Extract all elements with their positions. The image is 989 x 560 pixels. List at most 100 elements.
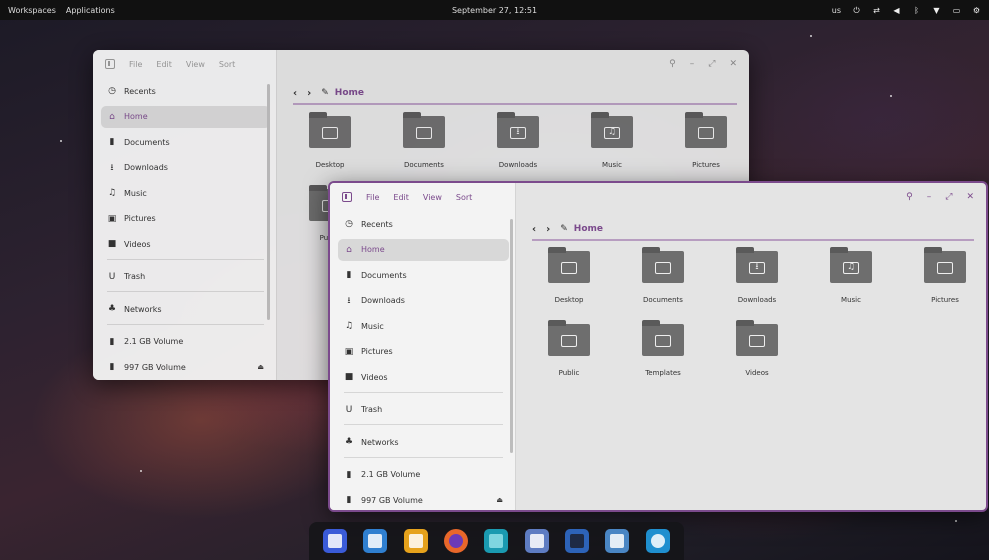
sidebar-item-music[interactable]: ♫ Music [101,182,270,204]
menu-edit[interactable]: Edit [156,60,172,69]
star [140,470,142,472]
downloads-folder-icon: ⭳ [736,247,778,283]
power-icon[interactable]: ⏻ [852,6,861,15]
clock[interactable]: September 27, 12:51 [452,6,537,15]
document-icon: ▮ [346,270,352,280]
minimize-button[interactable]: – [927,192,932,202]
sidebar-toggle-icon[interactable] [342,192,352,202]
sidebar-item-documents[interactable]: ▮ Documents [101,131,270,153]
file-item-templates[interactable]: Templates [616,320,710,377]
multitasking-app-icon[interactable] [363,529,388,553]
firefox-icon[interactable] [444,529,469,553]
minimize-button[interactable]: – [690,59,695,69]
close-button[interactable]: ✕ [966,192,974,202]
file-item-music[interactable]: ♫ Music [804,247,898,304]
breadcrumb[interactable]: ✎ Home [560,224,603,234]
file-item-downloads[interactable]: ⭳ Downloads [471,112,565,169]
search-icon[interactable]: ⚲ [669,59,676,69]
sidebar: File Edit View Sort ◷ Recents ⌂ Home ▮ Docu… [330,183,516,510]
sidebar-item-volume-2gb[interactable]: ▮ 2.1 GB Volume [101,331,270,353]
sidebar-item-trash[interactable]: U Trash [338,399,509,421]
videos-folder-icon [736,320,778,356]
menu-sort[interactable]: Sort [219,60,235,69]
sidebar-item-documents[interactable]: ▮ Documents [338,264,509,286]
sidebar-item-downloads[interactable]: ⭳ Downloads [101,157,270,179]
file-item-desktop[interactable]: Desktop [522,247,616,304]
menu-file[interactable]: File [366,193,379,202]
sidebar-item-pictures[interactable]: ▣ Pictures [101,208,270,230]
menu-view[interactable]: View [423,193,442,202]
file-manager-window-front[interactable]: File Edit View Sort ◷ Recents ⌂ Home ▮ Docu… [328,181,988,512]
close-button[interactable]: ✕ [729,59,737,69]
sidebar-item-networks[interactable]: ♣ Networks [338,431,509,453]
sidebar-divider [107,323,264,325]
search-app-icon[interactable] [323,529,348,553]
sidebar-scrollbar[interactable] [267,84,270,320]
forward-button[interactable]: › [307,88,311,99]
pencil-icon[interactable]: ✎ [321,88,329,98]
breadcrumb[interactable]: ✎ Home [321,88,364,98]
sidebar-item-volume-997gb[interactable]: ▮ 997 GB Volume ⏏ [101,356,270,378]
files-icon[interactable] [484,529,509,553]
menu-file[interactable]: File [129,60,142,69]
battery-icon[interactable]: ▭ [952,6,961,15]
file-item-pictures[interactable]: Pictures [898,247,986,304]
pencil-icon[interactable]: ✎ [560,224,568,234]
bluetooth-icon[interactable]: ᛒ [912,6,921,15]
sidebar-item-label: Downloads [124,163,168,172]
keyboard-layout-indicator[interactable]: us [832,6,841,15]
sidebar-item-recents[interactable]: ◷ Recents [101,80,270,102]
sidebar-item-volume-2gb[interactable]: ▮ 2.1 GB Volume [338,464,509,486]
sidebar-scrollbar[interactable] [510,219,513,453]
terminal-icon[interactable] [565,529,590,553]
settings-app-icon[interactable] [645,529,670,553]
back-button[interactable]: ‹ [293,88,297,99]
file-item-documents[interactable]: Documents [377,112,471,169]
volume-icon[interactable]: ◀ [892,6,901,15]
file-item-desktop[interactable]: Desktop [283,112,377,169]
sidebar-toggle-icon[interactable] [105,59,115,69]
top-panel: Workspaces Applications September 27, 12… [0,0,989,20]
file-label: Public [558,369,580,377]
sidebar-item-music[interactable]: ♫ Music [338,315,509,337]
sidebar-item-videos[interactable]: ■ Videos [101,233,270,255]
video-icon: ■ [107,239,117,249]
sidebar-item-volume-997gb[interactable]: ▮ 997 GB Volume ⏏ [338,489,509,510]
file-item-videos[interactable]: Videos [710,320,804,377]
settings-icon[interactable]: ⚙ [972,6,981,15]
software-store-icon[interactable] [605,529,630,553]
sidebar-item-videos[interactable]: ■ Videos [338,366,509,388]
sidebar-item-trash[interactable]: U Trash [101,266,270,288]
forward-button[interactable]: › [546,224,550,235]
app-grid-icon[interactable] [403,529,428,553]
star [955,520,957,522]
maximize-button[interactable]: ⤢ [945,192,952,202]
window-controls: ⚲ – ⤢ ✕ [906,192,974,202]
maximize-button[interactable]: ⤢ [708,59,715,69]
search-icon[interactable]: ⚲ [906,192,913,202]
sidebar-item-networks[interactable]: ♣ Networks [101,298,270,320]
file-item-music[interactable]: ♫ Music [565,112,659,169]
sidebar-item-label: Pictures [124,214,156,223]
menu-edit[interactable]: Edit [393,193,409,202]
eject-icon[interactable]: ⏏ [496,496,503,504]
file-item-pictures[interactable]: Pictures [659,112,749,169]
menu-view[interactable]: View [186,60,205,69]
file-item-downloads[interactable]: ⭳ Downloads [710,247,804,304]
eject-icon[interactable]: ⏏ [257,363,264,371]
sidebar-item-recents[interactable]: ◷ Recents [338,213,509,235]
applications-button[interactable]: Applications [66,6,115,15]
wifi-icon[interactable]: ▼ [932,6,941,15]
sidebar-item-label: 2.1 GB Volume [361,470,421,479]
sidebar-item-home[interactable]: ⌂ Home [101,105,270,128]
file-item-public[interactable]: Public [522,320,616,377]
file-item-documents[interactable]: Documents [616,247,710,304]
workspaces-button[interactable]: Workspaces [8,6,56,15]
sidebar-item-home[interactable]: ⌂ Home [338,238,509,261]
menu-sort[interactable]: Sort [456,193,472,202]
network-wired-icon[interactable]: ⇄ [872,6,881,15]
text-editor-icon[interactable] [524,529,549,553]
sidebar-item-pictures[interactable]: ▣ Pictures [338,341,509,363]
sidebar-item-downloads[interactable]: ⭳ Downloads [338,290,509,312]
back-button[interactable]: ‹ [532,224,536,235]
